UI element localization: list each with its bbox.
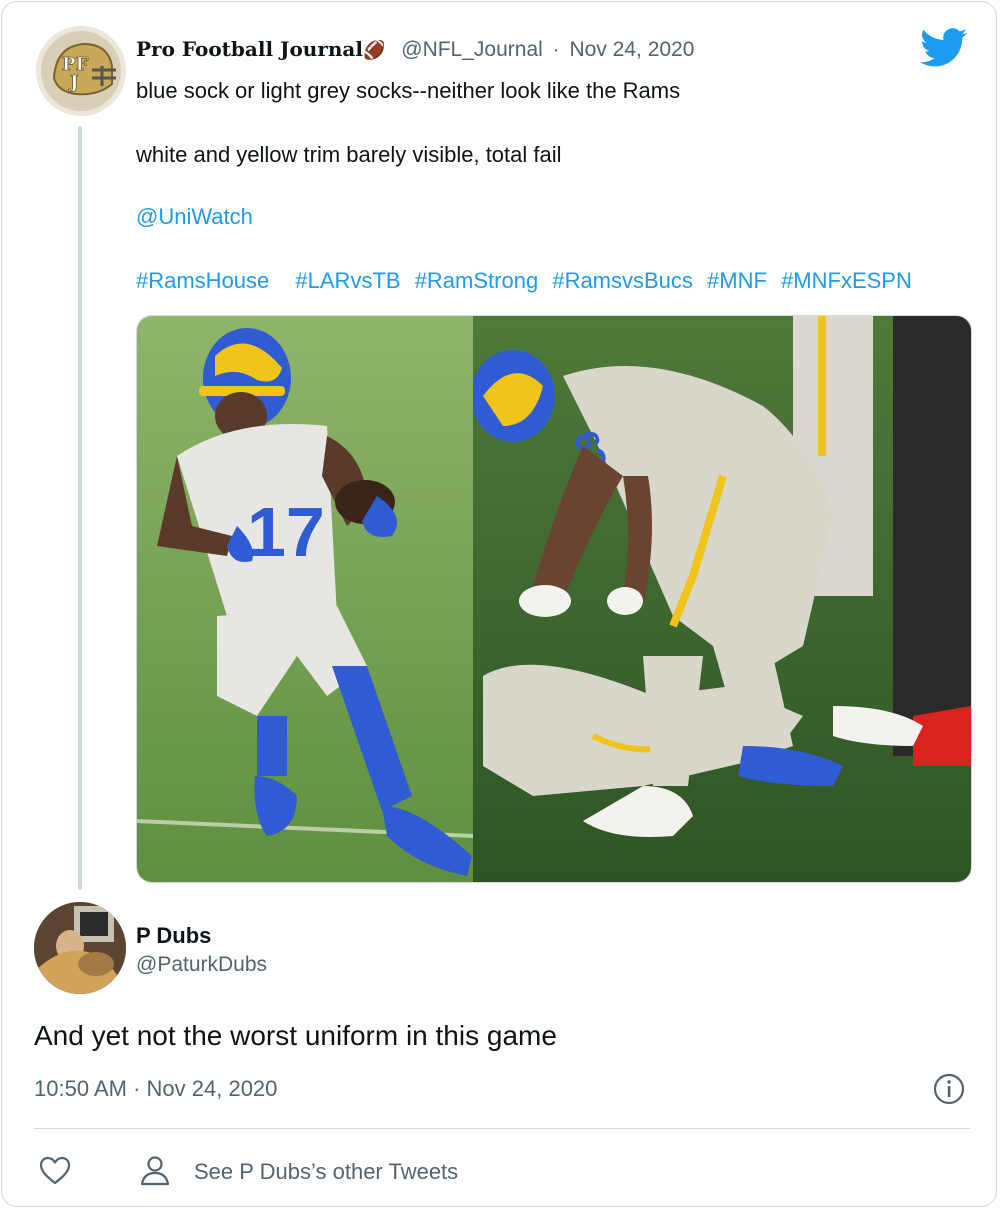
- reply-author-handle[interactable]: @PaturkDubs: [136, 951, 267, 979]
- reply-avatar-image: [34, 902, 126, 994]
- hashtag-mnfxespn[interactable]: #MNFxESPN: [781, 268, 912, 293]
- hashtag-larvstb[interactable]: #LARvsTB: [295, 268, 400, 293]
- see-other-tweets-link[interactable]: See P Dubs’s other Tweets: [194, 1157, 458, 1187]
- football-emoji: 🏈: [362, 40, 386, 60]
- parent-author-handle[interactable]: @NFL_Journal: [401, 38, 543, 61]
- timestamp-separator: ·: [133, 1076, 141, 1101]
- reply-tweet-timestamp[interactable]: 10:50 AM · Nov 24, 2020: [34, 1074, 277, 1104]
- parent-tweet-line-2: white and yellow trim barely visible, to…: [136, 142, 562, 167]
- svg-text:J: J: [68, 72, 79, 93]
- footer-divider: [34, 1128, 970, 1129]
- reply-author-avatar[interactable]: [34, 902, 126, 994]
- parent-tweet-header: Pro Football Journal🏈 @NFL_Journal · Nov…: [136, 35, 694, 64]
- info-icon[interactable]: [932, 1072, 966, 1106]
- parent-author-avatar[interactable]: PF J: [36, 26, 126, 116]
- photo-player-standing-over-teammate[interactable]: 63: [473, 316, 971, 882]
- parent-tweet-date[interactable]: Nov 24, 2020: [569, 38, 694, 61]
- tweet-embed-card: PF J Pro Football Journal🏈 @NFL_Journal …: [1, 1, 997, 1207]
- person-icon[interactable]: [138, 1154, 172, 1188]
- parent-author-name[interactable]: Pro Football Journal: [136, 37, 363, 61]
- hashtag-row: #RamsHouse #LARvsTB #RamStrong #RamsvsBu…: [136, 266, 920, 296]
- hashtag-ramsvsbucs[interactable]: #RamsvsBucs: [552, 268, 693, 293]
- pf-logo-image: PF J: [36, 26, 126, 116]
- photo-player-running[interactable]: 17: [137, 316, 473, 882]
- hashtag-ramstrong[interactable]: #RamStrong: [415, 268, 539, 293]
- thread-connector-line: [78, 126, 82, 890]
- reply-tweet-text: And yet not the worst uniform in this ga…: [34, 1020, 557, 1051]
- reply-time: 10:50 AM: [34, 1076, 127, 1101]
- hashtag-ramshouse[interactable]: #RamsHouse: [136, 268, 269, 293]
- header-separator: ·: [552, 38, 560, 61]
- hashtag-mnf[interactable]: #MNF: [707, 268, 767, 293]
- tweet-media[interactable]: 17 63: [136, 315, 972, 883]
- twitter-bird-icon[interactable]: [920, 28, 968, 68]
- left-jersey-number: 17: [247, 493, 325, 571]
- reply-author-name[interactable]: P Dubs: [136, 922, 211, 950]
- parent-tweet-line-1: blue sock or light grey socks--neither l…: [136, 78, 681, 103]
- reply-date: Nov 24, 2020: [146, 1076, 278, 1101]
- mention-link[interactable]: @UniWatch: [136, 202, 253, 232]
- heart-icon[interactable]: [38, 1154, 72, 1188]
